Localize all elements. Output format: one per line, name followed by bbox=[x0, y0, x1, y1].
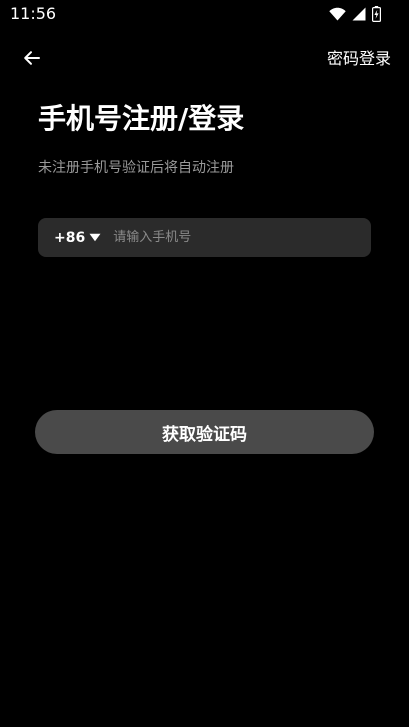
wifi-icon bbox=[329, 7, 346, 21]
get-verification-code-button[interactable]: 获取验证码 bbox=[35, 410, 374, 454]
page-subtitle: 未注册手机号验证后将自动注册 bbox=[38, 160, 234, 176]
status-bar: 11:56 bbox=[0, 0, 409, 30]
status-icons bbox=[329, 5, 381, 23]
country-code-selector[interactable]: +86 bbox=[54, 229, 101, 247]
arrow-left-icon bbox=[23, 49, 41, 71]
phone-number-input[interactable] bbox=[113, 218, 371, 257]
caret-down-icon bbox=[85, 233, 101, 242]
country-code-label: +86 bbox=[54, 229, 86, 246]
signal-icon bbox=[352, 7, 366, 21]
phone-input-row: +86 bbox=[38, 218, 371, 257]
back-button[interactable] bbox=[18, 46, 46, 74]
password-login-link[interactable]: 密码登录 bbox=[327, 48, 391, 70]
status-time: 11:56 bbox=[10, 4, 57, 23]
battery-charging-icon bbox=[372, 6, 381, 22]
page-title: 手机号注册/登录 bbox=[38, 102, 245, 135]
